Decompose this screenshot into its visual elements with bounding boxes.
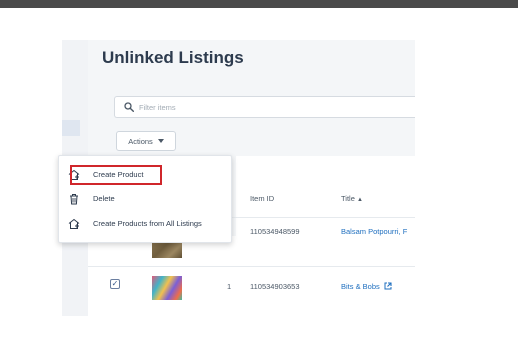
- row-divider: [88, 266, 415, 267]
- top-bar: [0, 0, 518, 8]
- sort-ascending-icon: ▲: [356, 197, 363, 203]
- menu-item-delete[interactable]: Delete: [59, 188, 233, 210]
- row-2-quantity: 1: [227, 282, 232, 291]
- actions-button[interactable]: Actions: [116, 131, 176, 151]
- highlight-annotation: [70, 165, 162, 185]
- row-2-checkbox[interactable]: ✓: [110, 279, 120, 289]
- filter-box[interactable]: [114, 96, 415, 118]
- actions-label: Actions: [128, 136, 153, 146]
- bits-bobs-thumbnail[interactable]: [152, 276, 182, 300]
- column-header-title[interactable]: Title ▲: [341, 194, 363, 203]
- row-2-title-link[interactable]: Bits & Bobs: [341, 282, 392, 291]
- row-1-title-link[interactable]: Balsam Potpourri, F: [341, 227, 407, 236]
- column-header-item-id[interactable]: Item ID: [250, 194, 274, 203]
- page-title: Unlinked Listings: [102, 48, 244, 67]
- search-icon: [124, 102, 134, 112]
- row-2-title: Bits & Bobs: [341, 282, 380, 291]
- menu-item-create-products-all[interactable]: Create Products from All Listings: [59, 213, 233, 235]
- column-header-title-label: Title: [341, 194, 355, 203]
- menu-item-label: Create Products from All Listings: [93, 219, 202, 228]
- sidebar-active-item[interactable]: [62, 120, 80, 136]
- filter-input[interactable]: [139, 100, 399, 114]
- external-link-icon: [384, 282, 392, 290]
- create-product-icon: [68, 218, 80, 229]
- table-area: [236, 156, 415, 316]
- chevron-down-icon: [157, 139, 164, 143]
- trash-icon: [70, 194, 78, 205]
- row-2-item-id: 110534903653: [250, 282, 300, 291]
- row-1-item-id: 110534948599: [250, 227, 300, 236]
- menu-item-label: Delete: [93, 194, 115, 203]
